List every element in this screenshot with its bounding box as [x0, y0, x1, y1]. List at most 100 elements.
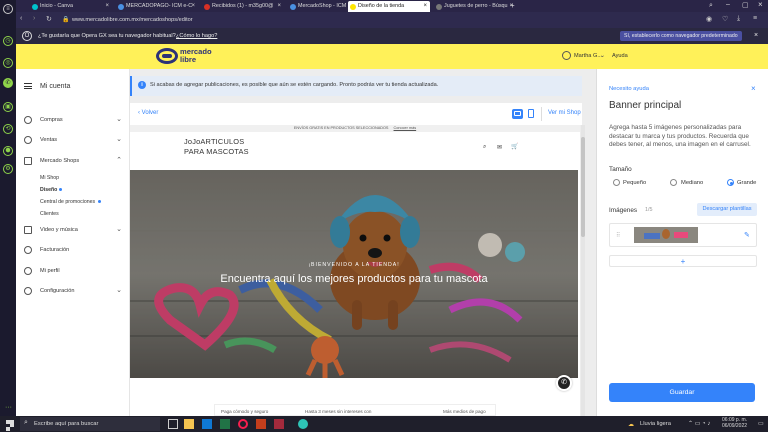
system-tray-icons[interactable]: ⌃ ▭ ◔ ♪	[688, 420, 710, 427]
mercadolibre-logo[interactable]: mercado libre	[156, 47, 212, 66]
add-image-button[interactable]: +	[609, 255, 757, 267]
canva-favicon-icon	[32, 4, 38, 10]
weather-text[interactable]: Lluvia ligera	[640, 421, 671, 427]
speed-dial-icon[interactable]: ◷	[3, 36, 13, 46]
app-icon[interactable]	[274, 419, 284, 429]
search-tabs-icon[interactable]: ⌕	[709, 2, 713, 10]
user-menu[interactable]: Martha G...	[574, 53, 602, 59]
tab-gmail[interactable]: Recibidos (1) - m35g00@ ×	[202, 1, 284, 12]
file-explorer-icon[interactable]	[184, 419, 194, 429]
search-icon: ⌕	[24, 419, 28, 426]
camera-icon[interactable]: ◉	[706, 15, 712, 23]
opera-gx-icon[interactable]	[238, 419, 248, 429]
account-sidebar: Mi cuenta Compras ⌄ Ventas ⌄ Mercado Sho…	[16, 69, 130, 416]
search-icon[interactable]: ⌕	[483, 144, 486, 151]
sidebar-item-compras[interactable]: Compras ⌄	[24, 114, 122, 126]
back-link[interactable]: ‹ Volver	[138, 110, 158, 116]
radio-mediano[interactable]	[670, 179, 677, 186]
sidebar-item-mi-perfil[interactable]: Mi perfil	[24, 265, 122, 277]
whatsapp-icon[interactable]: ✆	[3, 78, 13, 88]
panel-title: Banner principal	[609, 100, 682, 111]
whatsapp-float-button[interactable]: ✆	[556, 375, 572, 391]
new-tab-button[interactable]: +	[510, 0, 515, 12]
radio-pequeno[interactable]	[613, 179, 620, 186]
chevron-down-icon[interactable]: ⌄	[600, 52, 605, 59]
edit-pencil-icon[interactable]: ✎	[744, 231, 750, 239]
heart-icon[interactable]: ♡	[722, 15, 728, 23]
size-label: Tamaño	[609, 166, 632, 173]
user-avatar-icon[interactable]	[562, 51, 571, 60]
desktop-view-button[interactable]	[512, 109, 523, 119]
close-tab-icon[interactable]: ×	[277, 1, 281, 12]
image-slot[interactable]: ⠿ ✎	[609, 223, 757, 247]
tab-store-design[interactable]: Diseño de la tienda ×	[348, 1, 430, 12]
sidebar-sub-clientes[interactable]: Clientes	[40, 211, 59, 217]
mobile-view-button[interactable]	[528, 109, 534, 118]
sidebar-item-configuracion[interactable]: Configuración ⌄	[24, 285, 122, 297]
preview-scrollbar[interactable]	[581, 125, 585, 416]
drag-handle-icon[interactable]: ⠿	[616, 232, 620, 239]
sidebar-item-video-musica[interactable]: Video y música ⌄	[24, 224, 122, 236]
hamburger-icon[interactable]	[24, 83, 32, 89]
settings-icon[interactable]: ⚙	[3, 164, 13, 174]
sidebar-item-facturacion[interactable]: Facturación	[24, 244, 122, 256]
minimize-icon[interactable]: –	[726, 1, 730, 8]
extensions-icon[interactable]: ⬢	[3, 146, 13, 156]
close-window-icon[interactable]: ×	[758, 0, 763, 9]
close-banner-icon[interactable]: ×	[754, 28, 758, 44]
tab-bar: Inicio - Canva × MERCADOPAGO- ICM e-C × Re…	[16, 0, 768, 12]
sidebar-sub-mi-shop[interactable]: Mi Shop	[40, 175, 59, 181]
taskbar-search-input[interactable]: ⌕ Escribe aquí para buscar	[20, 417, 160, 431]
menu-dots-icon[interactable]: ≡	[753, 15, 757, 22]
powerpoint-icon[interactable]	[256, 419, 266, 429]
tab-dog-toys-search[interactable]: Juguetes de perro - Búsqu ×	[434, 1, 516, 12]
view-shop-link[interactable]: Ver mi Shop	[548, 110, 581, 116]
task-view-icon[interactable]	[168, 419, 178, 429]
notifications-icon[interactable]: ▭	[758, 420, 764, 427]
history-icon[interactable]: ⟲	[3, 124, 13, 134]
more-icon[interactable]: ···	[5, 404, 12, 411]
mail-icon[interactable]: ✉	[497, 144, 502, 151]
chevron-up-icon: ⌃	[116, 157, 122, 164]
help-link[interactable]: Ayuda	[612, 53, 628, 59]
back-icon[interactable]: ‹	[20, 15, 22, 22]
edge-icon[interactable]	[298, 419, 308, 429]
sidebar-item-mercado-shops[interactable]: Mercado Shops ⌃	[24, 155, 122, 167]
download-templates-button[interactable]: Descargar plantillas	[697, 203, 757, 216]
store-name[interactable]: JoJoARTICULOS PARA MASCOTAS	[184, 137, 249, 156]
banner-kicker: ¡BIENVENIDO A LA TIENDA!	[308, 262, 400, 268]
url-input[interactable]: www.mercadolibre.com.mx/mercadoshops/edi…	[72, 15, 632, 25]
menu-icon[interactable]: ≡	[3, 4, 13, 14]
info-notice: i Si acabas de agregar publicaciones, es…	[130, 76, 582, 96]
sidebar-sub-diseno[interactable]: Diseño	[40, 187, 57, 193]
close-panel-icon[interactable]: ×	[751, 84, 756, 93]
help-link[interactable]: Necesito ayuda	[609, 86, 649, 92]
maximize-icon[interactable]: ▢	[742, 1, 749, 9]
gx-control-icon[interactable]: ◎	[3, 58, 13, 68]
forward-icon[interactable]: ›	[33, 15, 35, 22]
mail-app-icon[interactable]	[202, 419, 212, 429]
download-icon[interactable]: ⤓	[737, 15, 740, 23]
promo-strip: ENVÍOS GRATIS EN PRODUCTOS SELECCIONADOS…	[130, 125, 580, 132]
save-button[interactable]: Guardar	[609, 383, 755, 402]
main-banner-image[interactable]: ¡BIENVENIDO A LA TIENDA! Encuentra aquí …	[130, 170, 578, 378]
close-tab-icon[interactable]: ×	[105, 1, 109, 12]
excel-icon[interactable]	[220, 419, 230, 429]
clock[interactable]: 06:09 p. m. 06/09/2022	[722, 417, 747, 429]
twitch-icon[interactable]: ▣	[3, 102, 13, 112]
windows-start-icon[interactable]	[6, 420, 14, 431]
cart-icon[interactable]: 🛒	[511, 143, 518, 150]
sidebar-item-ventas[interactable]: Ventas ⌄	[24, 134, 122, 146]
close-tab-icon[interactable]: ×	[191, 1, 195, 12]
tab-mercadopago[interactable]: MERCADOPAGO- ICM e-C ×	[116, 1, 198, 12]
close-tab-icon[interactable]: ×	[423, 1, 427, 12]
radio-grande[interactable]	[727, 179, 734, 186]
how-link[interactable]: ¿Cómo lo hago?	[176, 28, 217, 44]
reload-icon[interactable]: ↻	[46, 15, 52, 23]
sidebar-sub-promociones[interactable]: Central de promociones	[40, 199, 95, 205]
active-dot	[59, 188, 62, 191]
tab-canva[interactable]: Inicio - Canva ×	[30, 1, 112, 12]
scrollbar-thumb[interactable]	[581, 137, 585, 237]
editor-toolbar: ‹ Volver Ver mi Shop	[130, 103, 582, 125]
set-default-button[interactable]: Sí, establecerlo como navegador predeter…	[620, 31, 742, 41]
